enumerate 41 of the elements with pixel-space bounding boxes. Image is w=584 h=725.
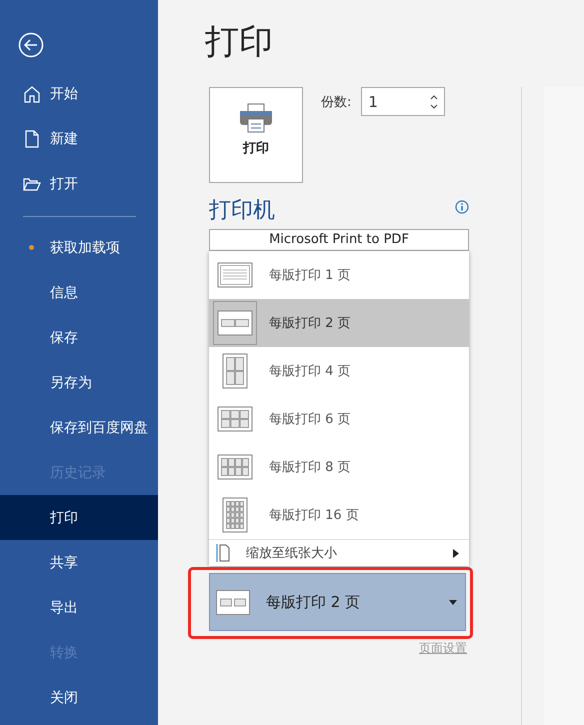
menu-item[interactable]: 每版打印 1 页	[209, 251, 469, 299]
sidebar-item[interactable]: 保存	[0, 315, 158, 360]
menu-item-selected[interactable]: 每版打印 2 页	[209, 299, 469, 347]
copies-spinner[interactable]: 1	[361, 87, 446, 116]
printer-dropdown[interactable]: Microsoft Print to PDF	[209, 229, 469, 251]
sidebar-item[interactable]: 获取加载项	[0, 225, 158, 270]
copies-label: 份数:	[321, 94, 352, 110]
page-title: 打印	[205, 21, 274, 64]
menu-item[interactable]: 每版打印 6 页	[209, 395, 469, 443]
dropdown-arrow-icon	[449, 600, 457, 604]
page-layout-icon	[222, 497, 248, 533]
page-layout-icon	[217, 406, 253, 432]
sidebar-item[interactable]: 新建	[50, 130, 78, 148]
sidebar-item[interactable]: 导出	[0, 585, 158, 630]
page-scale-icon	[216, 543, 230, 563]
pages-per-sheet-dropdown[interactable]: 每版打印 2 页	[209, 573, 466, 631]
page-layout-icon	[216, 590, 250, 614]
sidebar-item[interactable]: 开始	[50, 84, 78, 102]
submenu-arrow-icon	[453, 548, 459, 558]
sidebar-item[interactable]: 信息	[0, 270, 158, 315]
printer-icon	[239, 103, 273, 133]
menu-item[interactable]: 每版打印 4 页	[209, 347, 469, 395]
sidebar-item[interactable]: 打开	[50, 174, 78, 192]
menu-item[interactable]: 缩放至纸张大小	[209, 539, 469, 566]
sidebar-item-selected[interactable]: 打印	[0, 495, 158, 540]
printer-heading: 打印机	[209, 197, 275, 225]
menu-item[interactable]: 每版打印 8 页	[209, 443, 469, 491]
back-icon[interactable]	[18, 32, 44, 58]
sidebar-item[interactable]: 关闭	[0, 675, 158, 720]
sidebar-item[interactable]: 保存到百度网盘	[0, 405, 158, 450]
document-icon	[23, 130, 41, 148]
sidebar-item[interactable]: 共享	[0, 540, 158, 585]
info-icon[interactable]	[455, 200, 469, 214]
page-layout-icon	[222, 353, 248, 389]
page-layout-icon	[217, 454, 253, 480]
home-icon	[23, 84, 41, 102]
page-layout-icon	[217, 262, 253, 288]
page-layout-icon	[217, 310, 253, 336]
sidebar-item[interactable]: 另存为	[0, 360, 158, 405]
menu-item[interactable]: 每版打印 16 页	[209, 491, 469, 539]
print-button[interactable]: 打印	[209, 87, 303, 183]
